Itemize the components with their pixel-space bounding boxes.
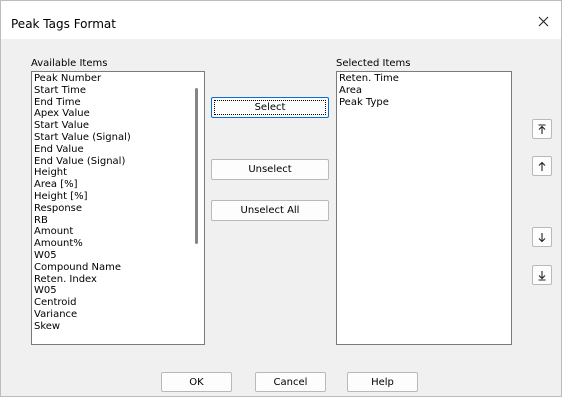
list-item[interactable]: Amount% xyxy=(34,238,188,250)
title-bar: Peak Tags Format xyxy=(1,1,561,39)
list-item[interactable]: End Value xyxy=(34,144,188,156)
available-items-container: Peak Number Start Time End Time Apex Value S… xyxy=(34,73,188,333)
ok-button-label: OK xyxy=(189,376,204,388)
move-to-bottom-button[interactable] xyxy=(532,265,552,285)
close-icon xyxy=(538,16,548,26)
move-down-button[interactable] xyxy=(532,227,552,247)
list-item[interactable]: Peak Type xyxy=(339,97,509,109)
list-item[interactable]: W05 xyxy=(34,285,188,297)
unselect-all-button[interactable]: Unselect All xyxy=(211,200,329,221)
list-item[interactable]: Height [%] xyxy=(34,191,188,203)
available-items-list[interactable]: Peak Number Start Time End Time Apex Value S… xyxy=(31,71,205,345)
list-item[interactable]: Reten. Time xyxy=(339,73,509,85)
unselect-button[interactable]: Unselect xyxy=(211,159,329,180)
move-up-button[interactable] xyxy=(532,156,552,176)
available-items-label: Available Items xyxy=(31,58,108,69)
selected-items-container: Reten. Time Area Peak Type xyxy=(339,73,509,108)
dialog-title: Peak Tags Format xyxy=(11,17,116,31)
scrollbar-thumb[interactable] xyxy=(195,88,198,244)
list-item[interactable]: Variance xyxy=(34,309,188,321)
list-item[interactable]: Start Value (Signal) xyxy=(34,132,188,144)
selected-items-label: Selected Items xyxy=(336,58,411,69)
list-item[interactable]: End Value (Signal) xyxy=(34,156,188,168)
list-item[interactable]: Peak Number xyxy=(34,73,188,85)
selected-items-list[interactable]: Reten. Time Area Peak Type xyxy=(336,71,512,345)
cancel-button-label: Cancel xyxy=(273,376,308,388)
list-item[interactable]: Start Time xyxy=(34,85,188,97)
list-item[interactable]: Start Value xyxy=(34,120,188,132)
list-item[interactable]: Centroid xyxy=(34,297,188,309)
select-button[interactable]: Select xyxy=(211,97,329,118)
unselect-all-button-label: Unselect All xyxy=(240,205,300,216)
cancel-button[interactable]: Cancel xyxy=(255,372,326,392)
move-to-top-icon xyxy=(538,123,546,134)
list-item[interactable]: Area [%] xyxy=(34,179,188,191)
list-item[interactable]: Apex Value xyxy=(34,108,188,120)
list-item[interactable]: Area xyxy=(339,85,509,97)
help-button-label: Help xyxy=(371,376,394,388)
move-down-icon xyxy=(538,232,546,242)
move-up-icon xyxy=(538,161,546,171)
list-item[interactable]: Amount xyxy=(34,226,188,238)
close-button[interactable] xyxy=(525,7,561,35)
move-to-bottom-icon xyxy=(538,270,546,281)
list-item[interactable]: Reten. Index xyxy=(34,274,188,286)
list-item[interactable]: Height xyxy=(34,167,188,179)
unselect-button-label: Unselect xyxy=(248,164,292,175)
list-item[interactable]: W05 xyxy=(34,250,188,262)
peak-tags-format-dialog: Peak Tags Format Available Items Peak Nu… xyxy=(0,0,562,397)
available-items-scrollbar[interactable] xyxy=(190,72,204,344)
help-button[interactable]: Help xyxy=(347,372,418,392)
list-item[interactable]: Compound Name xyxy=(34,262,188,274)
move-to-top-button[interactable] xyxy=(532,119,552,139)
list-item[interactable]: RB xyxy=(34,215,188,227)
list-item[interactable]: End Time xyxy=(34,97,188,109)
ok-button[interactable]: OK xyxy=(161,372,232,392)
select-button-label: Select xyxy=(254,102,286,113)
list-item[interactable]: Skew xyxy=(34,321,188,333)
list-item[interactable]: Response xyxy=(34,203,188,215)
